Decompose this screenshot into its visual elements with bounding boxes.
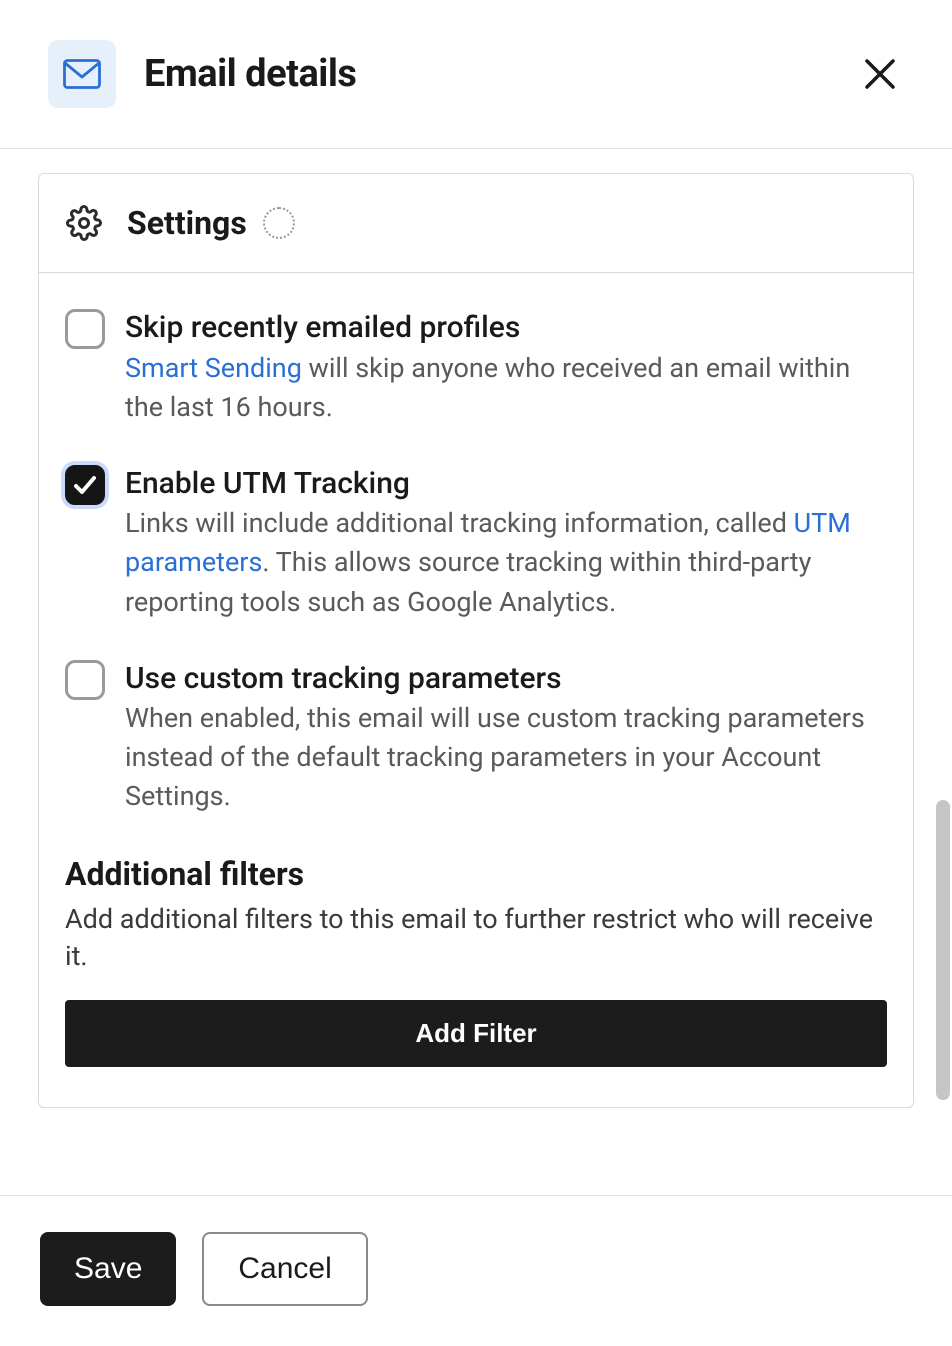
save-button[interactable]: Save (40, 1232, 176, 1306)
setting-custom-tracking: Use custom tracking parameters When enab… (65, 660, 887, 817)
close-icon (862, 56, 898, 92)
checkbox-utm-tracking[interactable] (65, 465, 105, 505)
settings-card-header: Settings (39, 174, 913, 273)
setting-description: Links will include additional tracking i… (125, 504, 887, 621)
checkbox-custom-tracking[interactable] (65, 660, 105, 700)
checkmark-icon (72, 472, 98, 498)
close-button[interactable] (856, 50, 904, 98)
smart-sending-link[interactable]: Smart Sending (125, 352, 302, 384)
settings-heading: Settings (127, 204, 247, 242)
scrollbar-thumb[interactable] (936, 800, 950, 1100)
modal-footer: Save Cancel (0, 1195, 952, 1346)
modal-header: Email details (0, 0, 952, 149)
gear-icon (65, 204, 103, 242)
setting-label: Enable UTM Tracking (125, 465, 887, 503)
setting-skip-recent: Skip recently emailed profiles Smart Sen… (65, 309, 887, 427)
setting-utm-tracking: Enable UTM Tracking Links will include a… (65, 465, 887, 622)
mail-icon (48, 40, 116, 108)
setting-description: When enabled, this email will use custom… (125, 699, 887, 816)
settings-card: Settings Skip recently emailed profiles … (38, 173, 914, 1108)
setting-description: Smart Sending will skip anyone who recei… (125, 349, 887, 427)
modal-body: Settings Skip recently emailed profiles … (0, 149, 952, 1195)
cancel-button[interactable]: Cancel (202, 1232, 367, 1306)
additional-filters-description: Add additional filters to this email to … (65, 901, 887, 977)
loading-icon (263, 207, 295, 239)
setting-label: Use custom tracking parameters (125, 660, 887, 698)
setting-label: Skip recently emailed profiles (125, 309, 887, 347)
modal-title: Email details (144, 52, 356, 96)
add-filter-button[interactable]: Add Filter (65, 1000, 887, 1067)
checkbox-skip-recent[interactable] (65, 309, 105, 349)
additional-filters-heading: Additional filters (65, 855, 887, 893)
